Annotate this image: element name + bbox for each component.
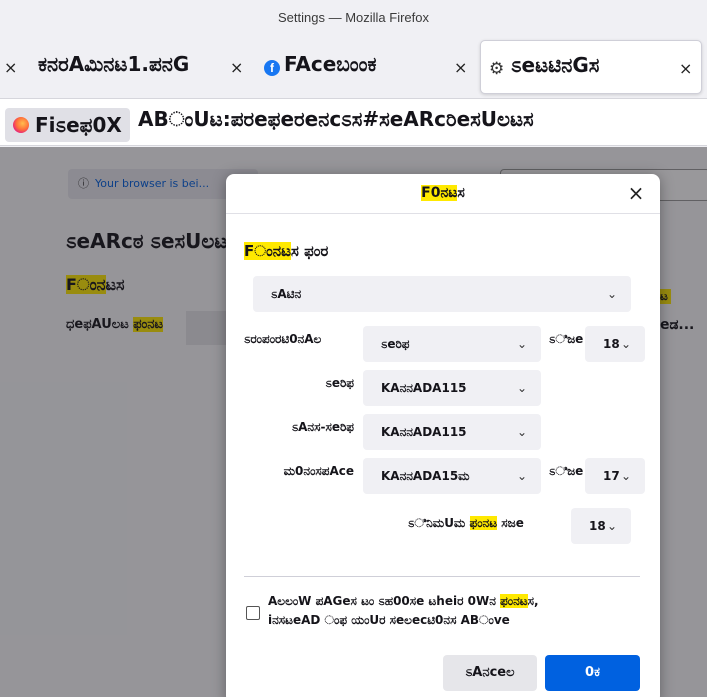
url-input[interactable]: ABಂUಟ:ಪರeಫeರeನcಽಸ#ಸeARcರಿeಸUಲಟಸ [138,107,534,131]
serif-label: ಽeರಿಫ [325,376,354,390]
tab-label: FAceಬಂಂಕ [284,52,377,76]
sans-serif-label: ಽAನಸ-ಸeರಿಫ [291,420,354,434]
min-size-post: ಸಜe [501,516,524,530]
window-title: Settings — Mozilla Firefox [0,0,707,36]
monospace-size-label: ಽಿಜe [549,464,584,478]
minimum-font-size-value: 18 [589,519,606,533]
chevron-down-icon: ⌄ [516,425,527,439]
close-icon[interactable]: × [454,58,467,77]
proportional-select[interactable]: ಽeರಿಫ ⌄ [363,326,541,362]
language-value: ಽAಟಿನ [271,287,302,301]
chevron-down-icon: ⌄ [516,381,527,395]
allow-line2: iನಸಟeAD ಂಫ ಯಂUರ ಸeಲecಟಿ0ನಸ ABಂve [268,613,510,627]
tab-strip: × ಕನರAಮಿನಟ1.ಪನG × f FAceಬಂಂಕ × ⚙ ಽeಟಟಿನG… [0,36,707,98]
close-icon[interactable]: × [679,59,692,78]
dialog-title-rest: ಸ [457,185,465,201]
minimum-font-size-select[interactable]: 18 ⌄ [571,508,631,544]
chevron-down-icon: ⌄ [606,519,617,533]
chevron-down-icon: ⌄ [516,337,527,351]
tab-label: ಕನರAಮಿನಟ1.ಪನG [38,52,190,76]
serif-value: KAನನADA115 [381,381,467,395]
close-icon[interactable]: × [230,58,243,77]
close-icon[interactable]: × [4,58,17,77]
chevron-down-icon: ⌄ [620,469,631,483]
fonts-dialog: F0ನಟಸ × Fಂನಟಸ ಫಂರ ಽAಟಿನ ⌄ ಽರಂಪಂರಟಿ0ನAಲ ಽ… [226,174,660,697]
navigation-bar: Fiಽeಫ0X ABಂUಟ:ಪರeಫeರeನcಽಸ#ಸeARcರಿeಸUಲಟಸ [0,98,707,146]
monospace-size-select[interactable]: 17 ⌄ [585,458,645,494]
serif-select[interactable]: KAನನADA115 ⌄ [363,370,541,406]
dialog-title: F0ನಟಸ × [226,174,660,214]
proportional-label: ಽರಂಪಂರಟಿ0ನAಲ [244,332,322,346]
chevron-down-icon: ⌄ [620,337,631,351]
facebook-icon: f [264,60,280,76]
gear-icon: ⚙ [489,59,505,79]
proportional-size-value: 18 [603,337,620,351]
firefox-icon [13,117,29,133]
allow-line1-pre: AಲಲಂW ಪAGeಸ ಟಂ ಽಹ00ಸe ಟheiರ 0Wನ [268,594,496,608]
proportional-size-select[interactable]: 18 ⌄ [585,326,645,362]
highlight: ಫಂನಟ [469,516,498,530]
tab-facebook[interactable]: f FAceಬಂಂಕ × [256,40,474,94]
highlight: F0ನಟ [421,185,458,201]
proportional-value: ಽeರಿಫ [381,337,410,351]
allow-line1-post: ಸ, [527,594,539,608]
chevron-down-icon: ⌄ [606,287,617,301]
allow-page-fonts-checkbox[interactable] [246,606,260,620]
sans-serif-select[interactable]: KAನನADA115 ⌄ [363,414,541,450]
chevron-down-icon: ⌄ [516,469,527,483]
cancel-button[interactable]: ಽAನceಲ [443,655,537,691]
monospace-size-value: 17 [603,469,620,483]
monospace-label: ಮ0ನಂಸಪAce [283,464,354,478]
monospace-select[interactable]: KAನನADA15ಮ ⌄ [363,458,541,494]
language-select[interactable]: ಽAಟಿನ ⌄ [253,276,631,312]
minimum-font-size-label: ಽಿನಿಮUಮ ಫಂನಟ ಸಜe [408,516,524,531]
tab-settings[interactable]: ⚙ ಽeಟಟಿನGಸ × [480,40,702,94]
allow-page-fonts-label[interactable]: AಲಲಂW ಪAGeಸ ಟಂ ಽಹ00ಸe ಟheiರ 0Wನ ಫಂನಟಸ, i… [268,592,638,630]
min-size-pre: ಽಿನಿಮUಮ [408,516,466,530]
identity-box[interactable]: Fiಽeಫ0X [5,108,130,142]
tab-label: ಽeಟಟಿನGಸ [511,53,600,77]
ok-button[interactable]: 0ಕ [545,655,640,691]
tab-kannada[interactable]: × ಕನರAಮಿನಟ1.ಪನG × [0,40,250,94]
divider [244,576,640,577]
identity-label: Fiಽeಫ0X [35,113,122,137]
proportional-size-label: ಽಿಜe [549,332,584,346]
fonts-for-rest: ಸ ಫಂರ [290,242,329,260]
sans-serif-value: KAನನADA115 [381,425,467,439]
close-icon[interactable]: × [624,182,648,206]
fonts-for-label: Fಂನಟಸ ಫಂರ [244,242,328,260]
highlight: Fಂನಟ [244,242,291,260]
highlight: ಫಂನಟ [500,594,528,608]
monospace-value: KAನನADA15ಮ [381,469,470,483]
